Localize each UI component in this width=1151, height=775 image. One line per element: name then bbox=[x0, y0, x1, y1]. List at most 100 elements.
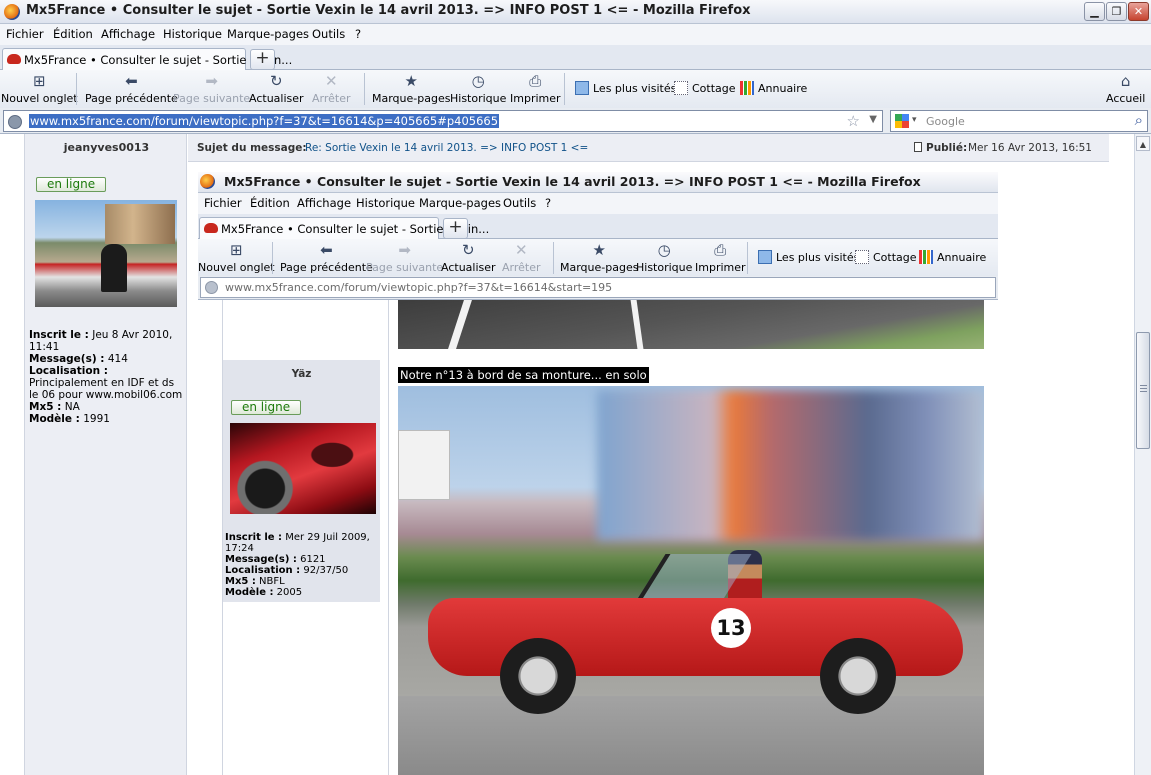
location-label: Localisation : bbox=[225, 565, 301, 576]
new-tab-button[interactable]: + bbox=[250, 49, 275, 70]
photo-caption: Notre n°13 à bord de sa monture... en so… bbox=[398, 367, 649, 383]
title-bar: Mx5France • Consulter le sujet - Sortie … bbox=[0, 0, 1151, 24]
stop-icon: ✕ bbox=[514, 241, 528, 259]
mx5-favicon-icon bbox=[7, 54, 21, 64]
embedded-history: ◷ Historique bbox=[636, 241, 692, 274]
toolbar-separator bbox=[553, 242, 554, 274]
toolbar-separator bbox=[747, 242, 748, 274]
embedded-toolbar: ⊞ Nouvel onglet ⬅ Page précédente ➡ Page… bbox=[198, 239, 998, 276]
embedded-author-info: Inscrit le : Mer 29 Juil 2009, 17:24 Mes… bbox=[225, 532, 379, 598]
history-button[interactable]: ◷ Historique bbox=[450, 72, 506, 105]
bookmark-annuaire-label: Annuaire bbox=[758, 82, 808, 95]
dropdown-arrow-icon[interactable]: ▼ bbox=[869, 114, 877, 125]
scrollbar-thumb[interactable] bbox=[1136, 332, 1150, 449]
post-document-icon[interactable] bbox=[914, 142, 922, 152]
reload-label: Actualiser bbox=[249, 92, 304, 105]
embedded-new-tab-button: + bbox=[443, 218, 468, 239]
forward-arrow-icon: ➡ bbox=[205, 72, 218, 90]
menu-fichier[interactable]: Fichier bbox=[6, 27, 44, 41]
location-label: Localisation : bbox=[29, 365, 108, 377]
tab-bar: Mx5France • Consulter le sujet - Sortie … bbox=[0, 45, 1151, 71]
post-header: Sujet du message: Re: Sortie Vexin le 14… bbox=[188, 134, 1109, 162]
author-info: Inscrit le : Jeu 8 Avr 2010, 11:41 Messa… bbox=[29, 329, 185, 425]
messages-value: 6121 bbox=[300, 554, 326, 565]
forward-button[interactable]: ➡ Page suivante bbox=[173, 72, 250, 105]
embedded-bookmark-annuaire-label: Annuaire bbox=[937, 251, 987, 264]
model-value: 1991 bbox=[83, 413, 110, 425]
embedded-title-bar: Mx5France • Consulter le sujet - Sortie … bbox=[198, 172, 998, 193]
embedded-screenshot: Mx5France • Consulter le sujet - Sortie … bbox=[198, 172, 998, 775]
subject-link[interactable]: Re: Sortie Vexin le 14 avril 2013. => IN… bbox=[305, 142, 588, 154]
bookmark-cottage-label: Cottage bbox=[692, 82, 736, 95]
print-label: Imprimer bbox=[510, 92, 561, 105]
close-button[interactable]: ✕ bbox=[1128, 2, 1149, 21]
menu-help[interactable]: ? bbox=[355, 27, 361, 41]
author-username[interactable]: jeanyves0013 bbox=[25, 141, 188, 154]
messages-value: 414 bbox=[107, 353, 128, 365]
model-label: Modèle : bbox=[225, 587, 274, 598]
search-icon[interactable]: ⌕ bbox=[1135, 111, 1143, 129]
embedded-forward-label: Page suivante bbox=[366, 261, 444, 274]
registered-label: Inscrit le : bbox=[225, 532, 283, 543]
vertical-scrollbar[interactable]: ▲ bbox=[1134, 134, 1151, 775]
embedded-stop: ✕ Arrêter bbox=[502, 241, 541, 274]
tab-active[interactable]: Mx5France • Consulter le sujet - Sortie … bbox=[2, 48, 292, 71]
google-icon bbox=[895, 114, 909, 128]
bookmarks-button[interactable]: ★ Marque-pages bbox=[372, 72, 450, 105]
url-field[interactable]: www.mx5france.com/forum/viewtopic.php?f=… bbox=[3, 110, 883, 132]
embedded-url-field: www.mx5france.com/forum/viewtopic.php?f=… bbox=[200, 277, 996, 298]
menu-edition[interactable]: Édition bbox=[53, 27, 93, 41]
minimize-button[interactable]: ▁ bbox=[1084, 2, 1105, 21]
clock-icon: ◷ bbox=[471, 72, 485, 90]
menu-outils[interactable]: Outils bbox=[312, 27, 345, 41]
search-box[interactable]: ▾ Google ⌕ bbox=[890, 110, 1148, 132]
window-title: Mx5France • Consulter le sujet - Sortie … bbox=[26, 3, 751, 18]
embedded-back-label: Page précédente bbox=[280, 261, 373, 274]
menu-marque-pages[interactable]: Marque-pages bbox=[227, 27, 309, 41]
stop-button[interactable]: ✕ Arrêter bbox=[312, 72, 351, 105]
toolbar-separator bbox=[364, 73, 365, 105]
back-button[interactable]: ⬅ Page précédente bbox=[85, 72, 178, 105]
bookmark-star-icon: ★ bbox=[404, 72, 418, 90]
bookmark-cottage[interactable]: Cottage bbox=[674, 81, 736, 95]
bookmark-most-visited[interactable]: Les plus visités bbox=[575, 81, 676, 95]
home-icon: ⌂ bbox=[1120, 72, 1131, 90]
embedded-reload-label: Actualiser bbox=[441, 261, 496, 274]
search-engine-dropdown-icon[interactable]: ▾ bbox=[912, 115, 917, 125]
mx5-favicon-icon bbox=[204, 223, 218, 233]
scroll-up-arrow-icon[interactable]: ▲ bbox=[1136, 136, 1150, 151]
online-badge: en ligne bbox=[231, 400, 302, 415]
bookmark-star-icon[interactable]: ☆ bbox=[847, 112, 860, 130]
colored-bars-icon bbox=[740, 81, 754, 95]
red-mx5-photo: 13 bbox=[398, 386, 984, 775]
print-button[interactable]: ⎙ Imprimer bbox=[510, 72, 561, 105]
embedded-menu-help: ? bbox=[545, 196, 552, 210]
menu-historique[interactable]: Historique bbox=[163, 27, 222, 41]
mx5-value: NA bbox=[64, 401, 80, 413]
reload-button[interactable]: ↻ Actualiser bbox=[249, 72, 304, 105]
embedded-menu-marque-pages: Marque-pages bbox=[419, 196, 502, 210]
globe-icon bbox=[205, 281, 218, 294]
messages-label: Message(s) : bbox=[225, 554, 297, 565]
menu-affichage[interactable]: Affichage bbox=[101, 27, 155, 41]
embedded-stop-label: Arrêter bbox=[502, 261, 541, 274]
embedded-print: ⎙ Imprimer bbox=[695, 241, 746, 274]
new-tab-tool-button[interactable]: ⊞ Nouvel onglet bbox=[1, 72, 78, 105]
published-label: Publié: bbox=[926, 142, 968, 154]
toolbar-separator bbox=[272, 242, 273, 274]
location-value: Principalement en IDF et ds le 06 pour w… bbox=[29, 377, 183, 401]
reload-icon: ↻ bbox=[269, 72, 283, 90]
firefox-icon bbox=[4, 4, 20, 20]
parking-lot-photo bbox=[398, 300, 984, 349]
restore-button[interactable]: ❐ bbox=[1106, 2, 1127, 21]
home-button[interactable]: ⌂ Accueil bbox=[1106, 72, 1145, 105]
embedded-address-row: www.mx5france.com/forum/viewtopic.php?f=… bbox=[198, 276, 998, 300]
bookmark-annuaire[interactable]: Annuaire bbox=[740, 81, 807, 95]
embedded-bookmark-most-visited-label: Les plus visités bbox=[776, 251, 860, 264]
online-badge: en ligne bbox=[36, 177, 107, 192]
stop-icon: ✕ bbox=[324, 72, 338, 90]
embedded-window-title: Mx5France • Consulter le sujet - Sortie … bbox=[224, 174, 921, 189]
printer-icon: ⎙ bbox=[529, 72, 542, 90]
bookmarks-label: Marque-pages bbox=[372, 92, 451, 105]
embedded-bookmark-most-visited: Les plus visités bbox=[758, 250, 859, 264]
